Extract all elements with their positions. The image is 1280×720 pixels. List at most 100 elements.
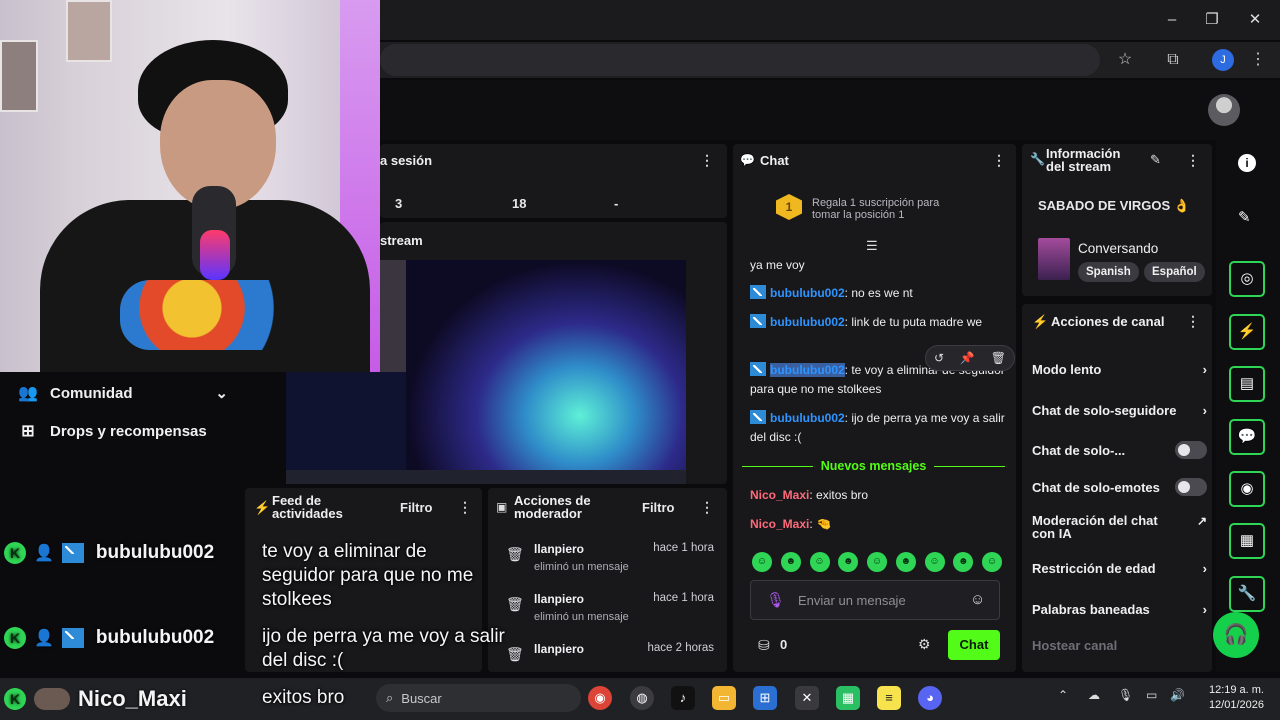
emoji-picker-icon[interactable]: ☺ xyxy=(970,591,985,608)
action-banned-words[interactable]: Palabras baneadas › xyxy=(1032,598,1207,620)
emote-icon[interactable]: ☻ xyxy=(780,552,801,572)
mod-filter-button[interactable]: Filtro xyxy=(642,500,675,515)
chat-input-placeholder[interactable]: Enviar un mensaje xyxy=(798,593,906,608)
wrench-icon[interactable]: 🔧 xyxy=(1229,576,1265,612)
chat-message: bubulubu002: ijo de perra ya me voy a sa… xyxy=(750,409,1005,447)
info-icon[interactable]: i xyxy=(1238,154,1256,172)
more-options-icon[interactable]: ⋮ xyxy=(1186,152,1200,169)
pinned-list-icon[interactable]: ☰ xyxy=(866,238,878,254)
restore-icon[interactable]: ❐ xyxy=(1200,8,1224,32)
sidebar-item-drops[interactable]: ⊞ Drops y recompensas xyxy=(18,418,206,444)
chat-message: Nico_Maxi: exitos bro xyxy=(750,486,1005,505)
emotes-only-toggle[interactable] xyxy=(1175,478,1207,496)
emote-icon[interactable]: ☻ xyxy=(953,552,974,572)
more-options-icon[interactable]: ⋮ xyxy=(700,152,714,169)
more-options-icon[interactable]: ⋮ xyxy=(1186,313,1200,330)
document-icon[interactable]: ▤ xyxy=(1229,366,1265,402)
minimize-icon[interactable]: – xyxy=(1160,8,1184,32)
chat-username[interactable]: bubulubu002 xyxy=(770,363,845,377)
stat-value: - xyxy=(614,196,619,211)
gear-icon[interactable]: ⚙ xyxy=(918,636,931,653)
emote-icon[interactable]: ☻ xyxy=(895,552,916,572)
notepad-icon[interactable]: ≡ xyxy=(877,686,901,710)
trash-icon[interactable]: 🗑 xyxy=(991,351,1006,365)
chat-message-text: : link de tu puta madre we xyxy=(844,315,983,329)
emote-icon[interactable]: ☻ xyxy=(838,552,859,572)
stream-preview-video[interactable] xyxy=(406,260,686,482)
tiktok-icon[interactable]: ♪ xyxy=(671,686,695,710)
session-stats-title: a sesión xyxy=(380,153,433,168)
monitor-icon[interactable]: ▭ xyxy=(1146,688,1157,702)
taskbar-clock[interactable]: 12:19 a. m. 12/01/2026 xyxy=(1194,683,1264,713)
chrome-icon[interactable]: ◉ xyxy=(588,686,612,710)
pencil-icon[interactable]: ✎ xyxy=(1238,208,1251,226)
chat-username[interactable]: bubulubu002 xyxy=(770,411,845,425)
more-options-icon[interactable]: ⋮ xyxy=(700,499,714,516)
pin-icon[interactable]: 📌 xyxy=(960,351,975,365)
action-age-restriction[interactable]: Restricción de edad › xyxy=(1032,557,1207,579)
emote-icon[interactable]: ☺ xyxy=(867,552,887,572)
more-options-icon[interactable]: ⋮ xyxy=(992,152,1006,169)
microphone-icon[interactable]: 🎙 xyxy=(1118,688,1133,702)
broadcast-icon[interactable]: ◉ xyxy=(1229,471,1265,507)
obs-icon[interactable]: ◍ xyxy=(630,686,654,710)
action-host-channel[interactable]: Hostear canal xyxy=(1032,634,1207,656)
support-headset-icon[interactable]: 🎧 xyxy=(1213,612,1259,658)
activity-filter-button[interactable]: Filtro xyxy=(400,500,433,515)
taskbar-search[interactable]: ⌕ Buscar xyxy=(376,684,581,712)
emote-icon[interactable]: ☺ xyxy=(982,552,1002,572)
action-ai-moderation[interactable]: Moderación del chat con IA ↗ xyxy=(1032,514,1207,542)
network-icon[interactable]: ☁ xyxy=(1088,688,1100,702)
sidebar-item-community[interactable]: 👥 Comunidad ⌄ xyxy=(18,380,228,406)
chat-message-text: : xyxy=(809,517,813,531)
chat-send-button[interactable]: Chat xyxy=(948,630,1000,660)
extensions-icon[interactable]: ⧉ xyxy=(1161,48,1185,72)
overlay-message: exitos bro xyxy=(262,687,345,708)
chat-icon[interactable]: 💬 xyxy=(1229,419,1265,455)
layout-icon[interactable]: ▦ xyxy=(1229,523,1265,559)
browser-profile-avatar[interactable]: J xyxy=(1212,49,1234,71)
store-icon[interactable]: ⊞ xyxy=(753,686,777,710)
chat-username[interactable]: bubulubu002 xyxy=(770,315,845,329)
volume-icon[interactable]: 🔊 xyxy=(1170,688,1185,702)
mod-action-desc: eliminó un mensaje xyxy=(534,611,629,623)
close-icon[interactable]: ✕ xyxy=(1243,8,1267,32)
app-icon[interactable]: ✕ xyxy=(795,686,819,710)
url-field[interactable] xyxy=(380,44,1100,76)
microphone-icon[interactable]: 🎙 xyxy=(766,591,785,609)
discord-icon[interactable]: ◕ xyxy=(918,686,942,710)
chat-message: Nico_Maxi: 🤏 xyxy=(750,515,1005,534)
user-icon: 👤 xyxy=(34,545,54,562)
emote-icon[interactable]: ☺ xyxy=(809,552,830,572)
kick-badge-icon xyxy=(750,285,766,299)
new-messages-divider[interactable]: Nuevos mensajes xyxy=(742,458,1006,474)
chat-username[interactable]: bubulubu002 xyxy=(770,286,845,300)
emote-icon[interactable]: ☺ xyxy=(752,552,772,572)
mod-username: llanpiero xyxy=(534,642,585,656)
action-subs-only: Chat de solo-... xyxy=(1032,439,1207,461)
chat-username[interactable]: Nico_Maxi xyxy=(750,488,809,502)
mod-username: llanpiero xyxy=(534,542,585,556)
camera-icon[interactable]: ◎ xyxy=(1229,261,1265,297)
tag-espanol[interactable]: Español xyxy=(1144,262,1205,282)
app-icon[interactable]: ▦ xyxy=(836,686,860,710)
emote-icon[interactable]: ☺ xyxy=(924,552,945,572)
browser-menu-icon[interactable]: ⋮ xyxy=(1246,48,1270,72)
category-thumbnail[interactable] xyxy=(1038,238,1070,280)
action-slow-mode[interactable]: Modo lento › xyxy=(1032,358,1207,380)
user-avatar[interactable] xyxy=(1208,94,1240,126)
reply-icon[interactable]: ↺ xyxy=(934,351,944,365)
action-followers-only[interactable]: Chat de solo-seguidore › xyxy=(1032,399,1207,421)
bookmark-star-icon[interactable]: ☆ xyxy=(1113,48,1137,72)
subs-only-toggle[interactable] xyxy=(1175,441,1207,459)
sub-promo-text[interactable]: Regala 1 suscripción para tomar la posic… xyxy=(812,197,962,221)
folder-icon[interactable]: ▭ xyxy=(712,686,736,710)
lightning-icon[interactable]: ⚡ xyxy=(1229,314,1265,350)
chevron-up-icon[interactable]: ⌃ xyxy=(1058,688,1068,702)
chat-username[interactable]: Nico_Maxi xyxy=(750,517,809,531)
tag-spanish[interactable]: Spanish xyxy=(1078,262,1139,282)
edit-icon[interactable]: ✎ xyxy=(1150,152,1161,168)
avatar xyxy=(34,688,70,710)
category-name[interactable]: Conversando xyxy=(1078,241,1158,256)
more-options-icon[interactable]: ⋮ xyxy=(458,499,472,516)
